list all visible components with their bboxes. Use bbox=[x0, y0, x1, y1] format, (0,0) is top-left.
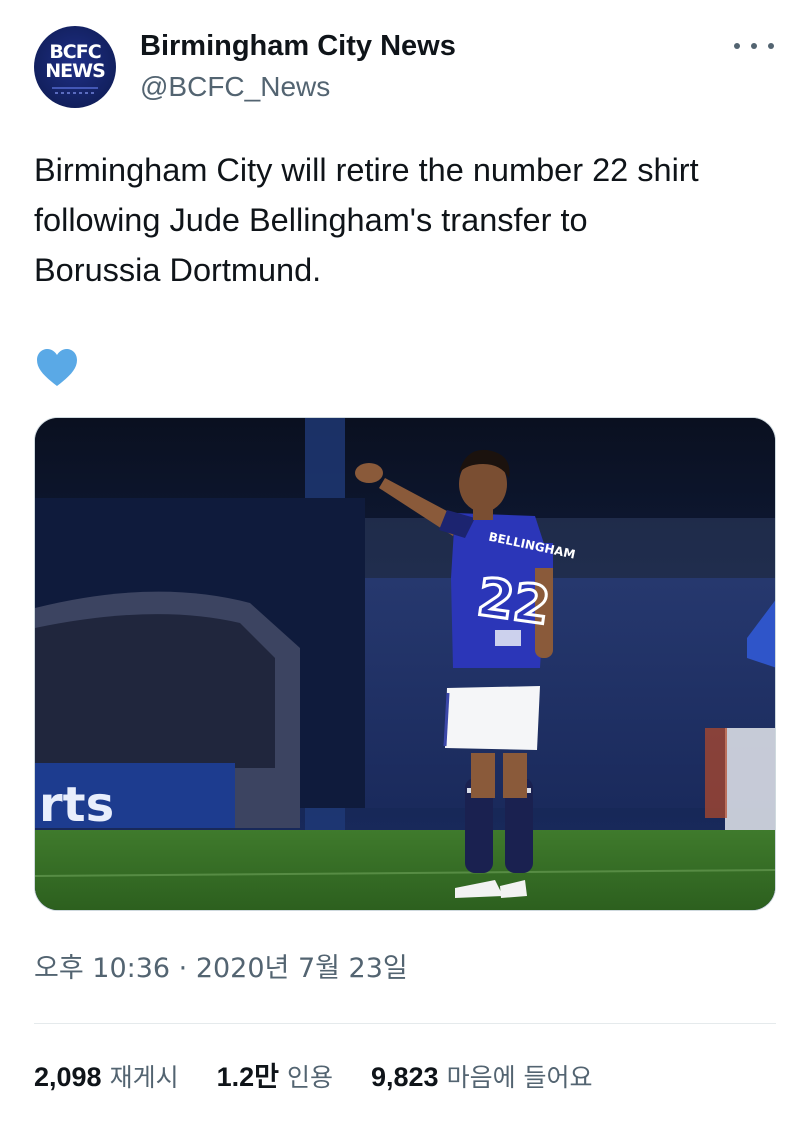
more-options-icon[interactable] bbox=[734, 34, 774, 58]
dot bbox=[751, 43, 757, 49]
likes-count: 9,823 bbox=[370, 1062, 439, 1092]
tweet-header: BCFC NEWS Birmingham City News @BCFC_New… bbox=[34, 26, 776, 110]
quotes-stat[interactable]: 1.2만 인용 bbox=[217, 1058, 333, 1097]
retweets-count: 2,098 bbox=[34, 1062, 102, 1092]
dot bbox=[734, 43, 740, 49]
quotes-label: 인용 bbox=[286, 1063, 333, 1092]
retweets-label: 재게시 bbox=[109, 1063, 179, 1092]
engagement-stats: 2,098 재게시 1.2만 인용 9,823 마음에 들어요 bbox=[34, 1058, 631, 1097]
avatar-stadium-graphic bbox=[52, 87, 98, 96]
shirt-number: 22 bbox=[474, 568, 554, 637]
dot bbox=[768, 43, 774, 49]
avatar[interactable]: BCFC NEWS bbox=[34, 26, 116, 108]
retweets-stat[interactable]: 2,098 재게시 bbox=[34, 1058, 179, 1097]
account-handle[interactable]: @BCFC_News bbox=[140, 67, 456, 107]
tweet-text: Birmingham City will retire the number 2… bbox=[34, 152, 699, 288]
blue-heart-icon bbox=[37, 349, 77, 386]
display-name[interactable]: Birmingham City News bbox=[140, 28, 456, 64]
tweet-timestamp[interactable]: 오후 10:36 · 2020년 7월 23일 bbox=[34, 950, 408, 988]
avatar-logo-text-bottom: NEWS bbox=[45, 60, 106, 82]
author-names: Birmingham City News @BCFC_News bbox=[140, 28, 456, 107]
divider bbox=[34, 1023, 776, 1024]
likes-stat[interactable]: 9,823 마음에 들어요 bbox=[371, 1058, 593, 1097]
tweet-media-photo[interactable]: rts 22 BELLINGHAM bbox=[34, 417, 776, 911]
quotes-count: 1.2만 bbox=[216, 1062, 279, 1092]
likes-label: 마음에 들어요 bbox=[446, 1063, 593, 1092]
board-text: rts bbox=[39, 777, 114, 833]
player-photo: rts 22 BELLINGHAM bbox=[35, 418, 775, 910]
